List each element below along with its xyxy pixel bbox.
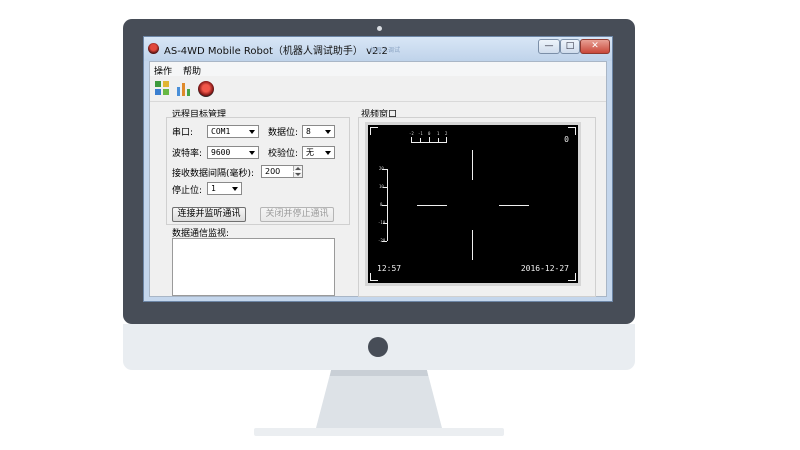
interval-label: 接收数据间隔(毫秒):: [172, 169, 255, 179]
chevron-down-icon: [232, 187, 238, 191]
robot-app-icon: [148, 43, 159, 54]
menu-help[interactable]: 帮助: [183, 64, 201, 77]
top-scale-tick: [420, 138, 421, 142]
spin-down-icon[interactable]: [293, 172, 302, 177]
data-monitor-textarea[interactable]: [172, 238, 335, 296]
monitor-camera: [377, 26, 382, 31]
toolbar: [150, 77, 606, 102]
top-scale-label: -1: [418, 131, 423, 136]
crosshair-right: [499, 205, 529, 206]
monitor-base: [254, 428, 504, 436]
close-button[interactable]: ✕: [580, 39, 610, 54]
left-scale-label: 10: [379, 184, 384, 189]
video-feed: -2 -1 0 1 2 20 10 0 -10 -20 0 12:57 2016…: [365, 122, 581, 286]
left-scale-label: -20: [378, 238, 386, 243]
chevron-down-icon: [249, 151, 255, 155]
stopbits-label: 停止位:: [172, 186, 203, 196]
chevron-down-icon: [325, 130, 331, 134]
port-combo[interactable]: COM1: [207, 125, 259, 138]
connect-button[interactable]: 连接并监听通讯: [172, 207, 246, 222]
databits-value: 8: [306, 127, 311, 136]
grid-icon[interactable]: [155, 81, 171, 96]
left-scale-line: [387, 169, 388, 241]
video-time: 12:57: [377, 264, 402, 273]
chevron-down-icon: [325, 151, 331, 155]
left-scale-tick: [382, 205, 387, 206]
frame-counter: 0: [564, 135, 569, 144]
crosshair-bottom: [472, 230, 473, 260]
corner-bracket: [370, 127, 378, 128]
monitor-stand-shadow: [329, 370, 429, 376]
parity-combo[interactable]: 无: [302, 146, 335, 159]
title-bar[interactable]: AS-4WD Mobile Robot（机器人调试助手） v2.2 机器人调试 …: [144, 37, 612, 61]
monitor-logo: [368, 337, 388, 357]
corner-bracket: [370, 280, 378, 281]
left-scale-label: 20: [379, 166, 384, 171]
parity-value: 无: [306, 148, 314, 157]
top-scale-label: 1: [437, 131, 440, 136]
app-window: AS-4WD Mobile Robot（机器人调试助手） v2.2 机器人调试 …: [143, 36, 613, 302]
port-value: COM1: [211, 127, 231, 136]
corner-bracket: [370, 273, 371, 281]
video-date: 2016-12-27: [520, 264, 569, 273]
top-scale-label: 0: [428, 131, 431, 136]
menu-operate[interactable]: 操作: [154, 64, 172, 77]
monitor-stand: [316, 370, 442, 428]
stopbits-combo[interactable]: 1: [207, 182, 242, 195]
robot-icon[interactable]: [198, 81, 214, 97]
maximize-button[interactable]: □: [560, 39, 580, 54]
window-title: AS-4WD Mobile Robot（机器人调试助手） v2.2: [164, 46, 388, 57]
parity-label: 校验位:: [268, 149, 299, 159]
minimize-button[interactable]: —: [538, 39, 560, 54]
databits-combo[interactable]: 8: [302, 125, 335, 138]
chevron-down-icon: [249, 130, 255, 134]
top-scale-label: -2: [409, 131, 414, 136]
interval-value: 200: [265, 167, 281, 176]
stopbits-value: 1: [211, 184, 216, 193]
top-scale-tick: [429, 137, 430, 142]
left-scale-label: 0: [380, 202, 383, 207]
crosshair-left: [417, 205, 447, 206]
port-label: 串口:: [172, 128, 194, 138]
title-ghost-text: 机器人调试: [370, 47, 401, 54]
top-scale-tick: [411, 137, 412, 142]
left-scale-label: -10: [378, 220, 386, 225]
top-scale-tick: [438, 138, 439, 142]
top-scale-line: [411, 142, 447, 143]
interval-spinner[interactable]: 200: [261, 165, 303, 178]
spin-up-icon[interactable]: [293, 166, 302, 171]
databits-label: 数据位:: [268, 128, 299, 138]
top-scale-tick: [446, 137, 447, 142]
corner-bracket: [370, 127, 371, 135]
crosshair-top: [472, 150, 473, 180]
corner-bracket: [575, 273, 576, 281]
top-scale-label: 2: [445, 131, 448, 136]
baud-label: 波特率:: [172, 149, 203, 159]
menu-bar: 操作 帮助: [150, 62, 606, 77]
disconnect-button: 关闭并停止通讯: [260, 207, 334, 222]
bar-chart-icon[interactable]: [176, 81, 192, 96]
corner-bracket: [575, 127, 576, 135]
baud-value: 9600: [211, 148, 231, 157]
baud-combo[interactable]: 9600: [207, 146, 259, 159]
